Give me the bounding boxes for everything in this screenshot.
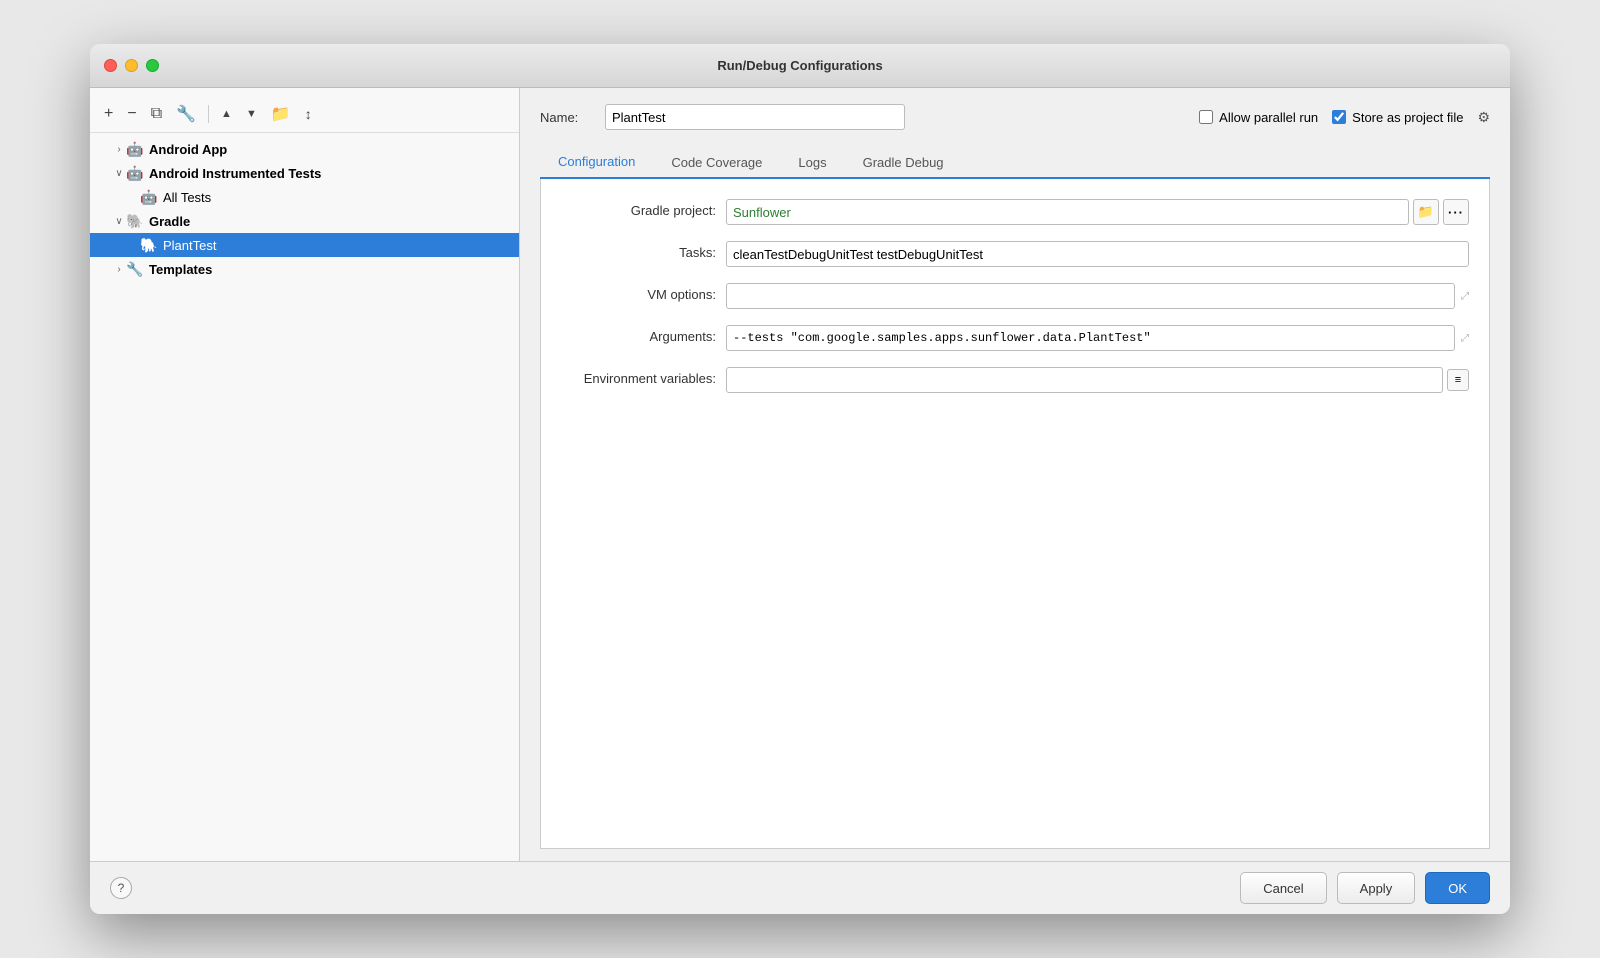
env-variables-row: Environment variables: ≡ — [561, 367, 1469, 393]
arrow-android-instrumented: ∨ — [112, 168, 126, 179]
arrow-gradle: ∨ — [112, 216, 126, 227]
apply-button[interactable]: Apply — [1337, 872, 1416, 904]
tasks-label: Tasks: — [561, 241, 716, 260]
arguments-expand-icon[interactable]: ⤢ — [1461, 333, 1469, 344]
allow-parallel-row: Allow parallel run — [1199, 110, 1318, 125]
templates-icon: 🔧 — [126, 260, 144, 278]
arguments-input[interactable] — [726, 325, 1455, 351]
tab-configuration[interactable]: Configuration — [540, 146, 653, 179]
folder-button[interactable]: 📁 — [267, 102, 295, 126]
vm-options-field: ⤢ — [726, 283, 1469, 309]
arguments-label: Arguments: — [561, 325, 716, 344]
vm-options-label: VM options: — [561, 283, 716, 302]
android-instrumented-label: Android Instrumented Tests — [149, 166, 321, 181]
android-app-label: Android App — [149, 142, 227, 157]
separator-1 — [208, 105, 209, 123]
env-variables-label: Environment variables: — [561, 367, 716, 386]
tab-code-coverage[interactable]: Code Coverage — [653, 146, 780, 179]
allow-parallel-label: Allow parallel run — [1219, 110, 1318, 125]
gradle-project-folder-button[interactable]: 📁 — [1413, 199, 1439, 225]
store-project-label: Store as project file — [1352, 110, 1463, 125]
gradle-project-more-button[interactable]: ··· — [1443, 199, 1469, 225]
dialog-title: Run/Debug Configurations — [717, 58, 882, 73]
maximize-button[interactable] — [146, 59, 159, 72]
tasks-input[interactable] — [726, 241, 1469, 267]
sidebar-item-templates[interactable]: › 🔧 Templates — [90, 257, 519, 281]
allow-parallel-checkbox[interactable] — [1199, 110, 1213, 124]
name-row: Name: Allow parallel run Store as projec… — [540, 104, 1490, 130]
tab-logs[interactable]: Logs — [780, 146, 844, 179]
vm-options-input[interactable] — [726, 283, 1455, 309]
main-panel: Name: Allow parallel run Store as projec… — [520, 88, 1510, 861]
close-button[interactable] — [104, 59, 117, 72]
env-variables-input[interactable] — [726, 367, 1443, 393]
run-debug-dialog: Run/Debug Configurations + − ⧉ 🔧 ▲ ▼ 📁 ↕ — [90, 44, 1510, 914]
tab-configuration-content: Gradle project: 📁 ··· Tasks: VM — [540, 179, 1490, 849]
dialog-body: + − ⧉ 🔧 ▲ ▼ 📁 ↕ › 🤖 Android App — [90, 88, 1510, 861]
header-options: Allow parallel run Store as project file… — [1199, 109, 1490, 126]
tasks-field — [726, 241, 1469, 267]
sidebar-toolbar: + − ⧉ 🔧 ▲ ▼ 📁 ↕ — [90, 96, 519, 133]
android-app-icon: 🤖 — [126, 140, 144, 158]
sidebar-item-planttest[interactable]: 🐘 PlantTest — [90, 233, 519, 257]
gradle-label: Gradle — [149, 214, 190, 229]
gradle-project-input[interactable] — [726, 199, 1409, 225]
all-tests-label: All Tests — [163, 190, 211, 205]
move-down-button[interactable]: ▼ — [242, 106, 261, 122]
sidebar-item-android-app[interactable]: › 🤖 Android App — [90, 137, 519, 161]
name-input[interactable] — [605, 104, 905, 130]
name-label: Name: — [540, 110, 595, 125]
arrow-android-app: › — [112, 144, 126, 155]
help-button[interactable]: ? — [110, 877, 132, 899]
android-instrumented-icon: 🤖 — [126, 164, 144, 182]
add-config-button[interactable]: + — [100, 103, 117, 125]
planttest-label: PlantTest — [163, 238, 216, 253]
all-tests-icon: 🤖 — [140, 188, 158, 206]
arguments-row: Arguments: ⤢ — [561, 325, 1469, 351]
templates-label: Templates — [149, 262, 212, 277]
env-variables-field: ≡ — [726, 367, 1469, 393]
sort-button[interactable]: ↕ — [301, 104, 316, 124]
sidebar-item-android-instrumented-tests[interactable]: ∨ 🤖 Android Instrumented Tests — [90, 161, 519, 185]
gradle-project-label: Gradle project: — [561, 199, 716, 218]
cancel-button[interactable]: Cancel — [1240, 872, 1326, 904]
ok-button[interactable]: OK — [1425, 872, 1490, 904]
settings-gear-icon[interactable]: ⚙ — [1477, 109, 1490, 126]
config-tree: › 🤖 Android App ∨ 🤖 Android Instrumented… — [90, 133, 519, 285]
remove-config-button[interactable]: − — [123, 103, 140, 125]
wrench-button[interactable]: 🔧 — [172, 102, 200, 126]
store-project-checkbox[interactable] — [1332, 110, 1346, 124]
gradle-project-row: Gradle project: 📁 ··· — [561, 199, 1469, 225]
sidebar: + − ⧉ 🔧 ▲ ▼ 📁 ↕ › 🤖 Android App — [90, 88, 520, 861]
arrow-templates: › — [112, 264, 126, 275]
env-variables-button[interactable]: ≡ — [1447, 369, 1469, 391]
vm-expand-icon[interactable]: ⤢ — [1461, 291, 1469, 302]
minimize-button[interactable] — [125, 59, 138, 72]
tabs-bar: Configuration Code Coverage Logs Gradle … — [540, 144, 1490, 179]
title-bar: Run/Debug Configurations — [90, 44, 1510, 88]
arguments-field: ⤢ — [726, 325, 1469, 351]
footer-right: Cancel Apply OK — [1240, 872, 1490, 904]
move-up-button[interactable]: ▲ — [217, 106, 236, 122]
footer-left: ? — [110, 877, 132, 899]
traffic-lights — [104, 59, 159, 72]
vm-options-row: VM options: ⤢ — [561, 283, 1469, 309]
planttest-icon: 🐘 — [140, 236, 158, 254]
gradle-project-field: 📁 ··· — [726, 199, 1469, 225]
sidebar-item-all-tests[interactable]: 🤖 All Tests — [90, 185, 519, 209]
tab-gradle-debug[interactable]: Gradle Debug — [845, 146, 962, 179]
gradle-icon: 🐘 — [126, 212, 144, 230]
copy-config-button[interactable]: ⧉ — [147, 103, 166, 125]
store-project-row: Store as project file — [1332, 110, 1463, 125]
dialog-footer: ? Cancel Apply OK — [90, 861, 1510, 914]
tasks-row: Tasks: — [561, 241, 1469, 267]
sidebar-item-gradle[interactable]: ∨ 🐘 Gradle — [90, 209, 519, 233]
